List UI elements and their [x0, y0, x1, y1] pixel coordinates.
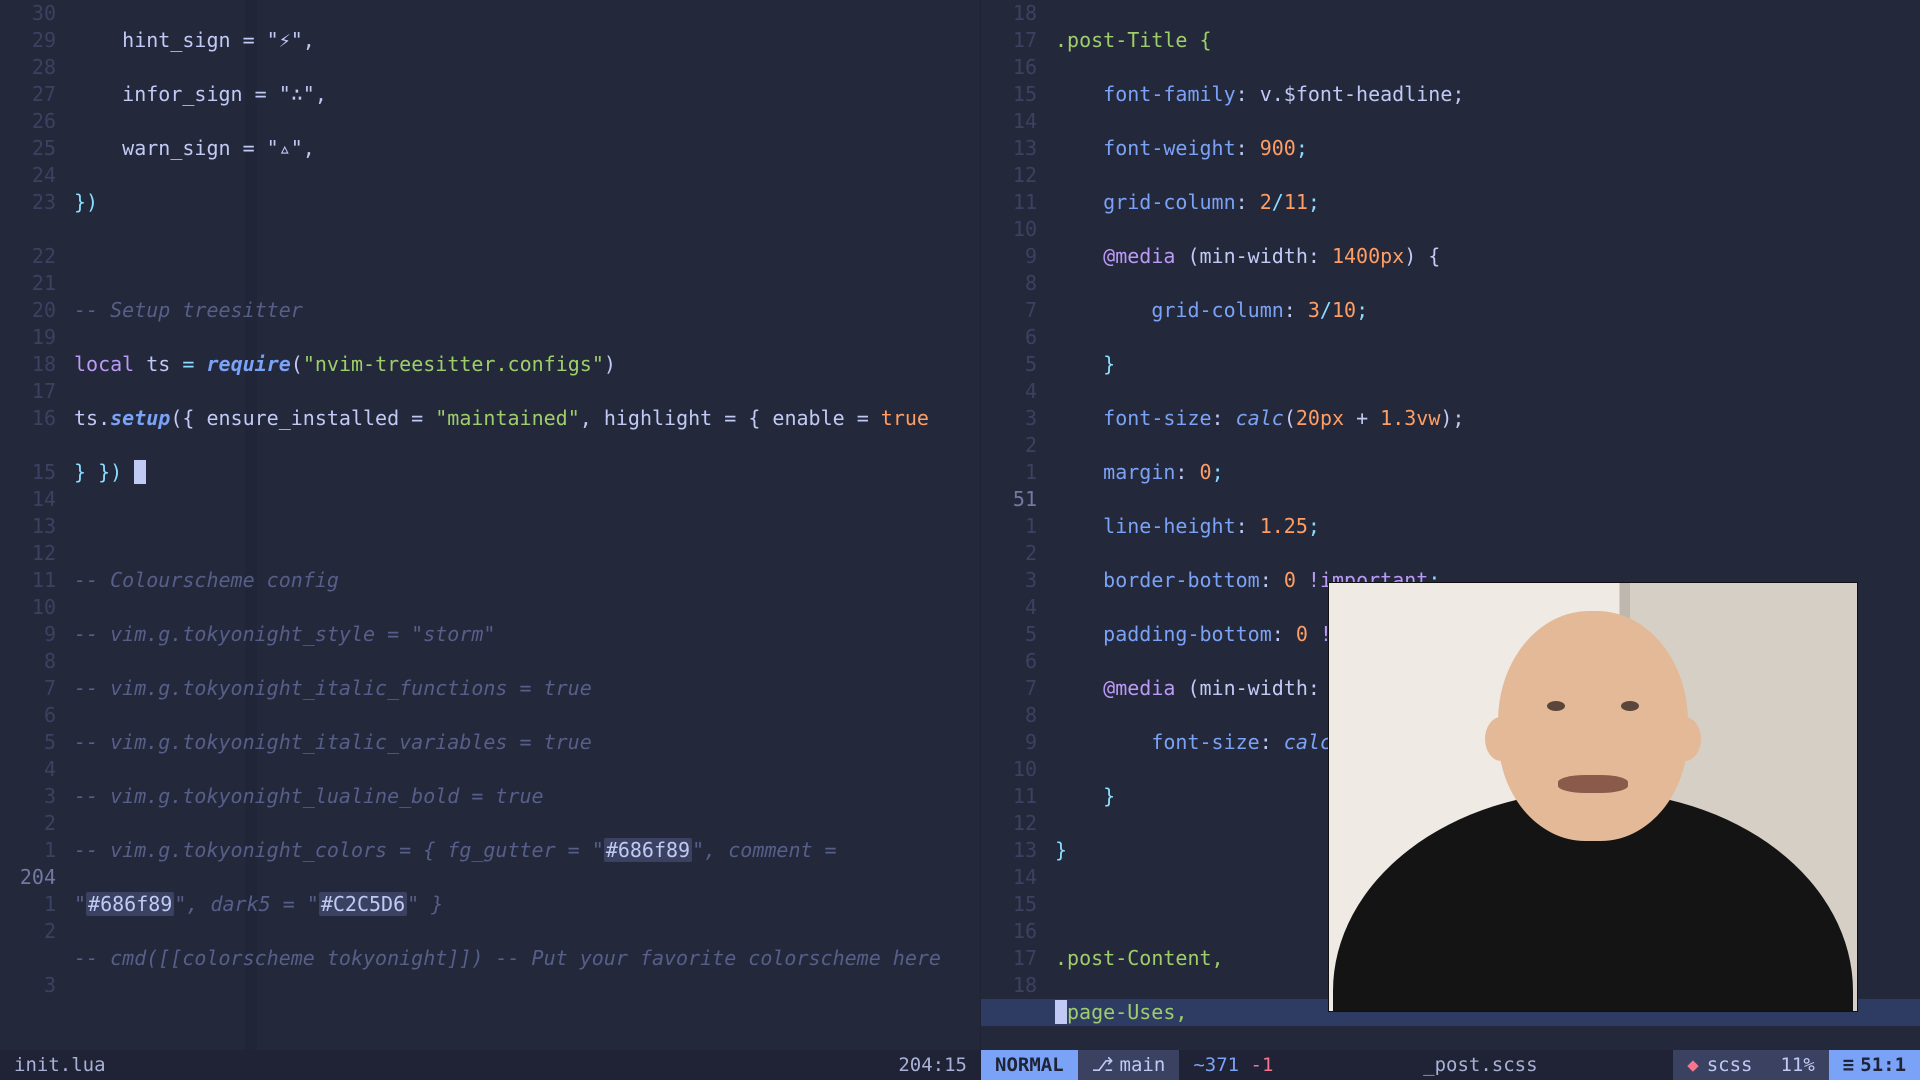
keyword: local: [74, 352, 134, 376]
comment: -- vim.g.tokyonight_lualine_bold = true: [74, 784, 544, 808]
status-cursor-pos: ≡ 51:1: [1829, 1050, 1920, 1080]
webcam-overlay: [1328, 582, 1858, 1012]
status-filename: init.lua: [0, 1050, 120, 1080]
comment: -- cmd([[colorscheme tokyonight]]) -- Pu…: [74, 946, 941, 970]
hex-color: #686f89: [604, 838, 692, 862]
left-pane[interactable]: 30 29 28 27 26 25 24 23 22 21 20 19 18 1…: [0, 0, 981, 1050]
left-gutter: 30 29 28 27 26 25 24 23 22 21 20 19 18 1…: [0, 0, 66, 1050]
right-statusline: NORMAL ⎇ main ~371 -1 _post.scss ◆ scss …: [981, 1050, 1920, 1080]
code-text: infor_sign = "∴",: [74, 82, 327, 106]
hex-color: #686f89: [86, 892, 174, 916]
code-text: }): [74, 190, 98, 214]
right-gutter: 18 17 16 15 14 13 12 11 10 9 8 7 6 5 4 3…: [981, 0, 1047, 1050]
status-filename: _post.scss: [1409, 1050, 1551, 1080]
lines-icon: ≡: [1843, 1052, 1854, 1079]
trailing-space-hl: [134, 460, 146, 484]
comment: -- Colourscheme config: [74, 568, 339, 592]
left-statusline: init.lua 204:15: [0, 1050, 981, 1080]
sass-icon: ◆: [1687, 1052, 1698, 1079]
comment: -- Setup treesitter: [74, 298, 303, 322]
comment: -- vim.g.tokyonight_italic_variables = t…: [74, 730, 592, 754]
status-cursor-pos: 204:15: [884, 1050, 981, 1080]
status-filetype: ◆ scss: [1673, 1050, 1766, 1080]
status-git-branch: ⎇ main: [1078, 1050, 1180, 1080]
comment: -- vim.g.tokyonight_italic_functions = t…: [74, 676, 592, 700]
status-scroll-percent: 11%: [1766, 1050, 1828, 1080]
code-text: hint_sign = "⚡",: [74, 28, 315, 52]
cursor-icon: [1055, 1000, 1067, 1024]
status-git-diff: ~371 -1: [1179, 1050, 1287, 1080]
code-text: warn_sign = "▵",: [74, 136, 315, 160]
statusline-row: init.lua 204:15 NORMAL ⎇ main ~371 -1 _p…: [0, 1050, 1920, 1080]
hex-color: #C2C5D6: [319, 892, 407, 916]
git-branch-icon: ⎇: [1092, 1052, 1114, 1079]
left-code[interactable]: hint_sign = "⚡", infor_sign = "∴", warn_…: [66, 0, 980, 1050]
builtin-require: require: [207, 352, 291, 376]
comment: -- vim.g.tokyonight_style = "storm": [74, 622, 495, 646]
status-mode: NORMAL: [981, 1050, 1078, 1080]
